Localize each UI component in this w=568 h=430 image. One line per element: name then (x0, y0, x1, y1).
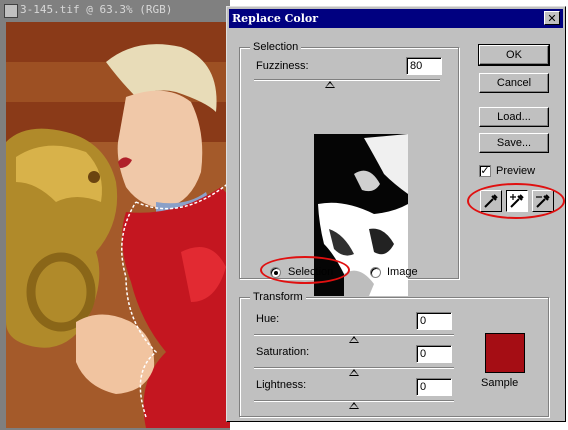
dialog-title: Replace Color (232, 12, 319, 25)
load-button[interactable]: Load... (479, 107, 549, 127)
replace-color-dialog: Replace Color ✕ Selection Fuzziness: 80 … (226, 6, 566, 422)
transform-group-caption: Transform (250, 290, 306, 304)
sample-label: Sample (481, 377, 519, 389)
fuzziness-input[interactable]: 80 (406, 57, 442, 75)
photo-image (6, 22, 230, 428)
hue-input[interactable]: 0 (416, 312, 452, 330)
sample-swatch[interactable] (485, 333, 525, 373)
cancel-button[interactable]: Cancel (479, 73, 549, 93)
document-icon (4, 4, 18, 18)
document-titlebar[interactable]: 3-145.tif @ 63.3% (RGB) (0, 0, 230, 20)
lightness-input[interactable]: 0 (416, 378, 452, 396)
eyedroppers-highlight (467, 183, 565, 219)
selection-radio-highlight (260, 256, 350, 284)
ok-button[interactable]: OK (478, 44, 550, 66)
hue-slider-thumb[interactable] (349, 336, 359, 343)
selection-group: Selection Fuzziness: 80 Selection Image (239, 40, 459, 296)
saturation-slider-thumb[interactable] (349, 369, 359, 376)
selection-group-caption: Selection (250, 40, 302, 54)
image-radio[interactable] (370, 267, 381, 278)
lightness-label: Lightness: (256, 379, 307, 391)
document-title: 3-145.tif @ 63.3% (RGB) (20, 3, 173, 16)
fuzziness-slider-track[interactable] (254, 79, 440, 81)
hue-label: Hue: (256, 313, 280, 325)
image-radio-label[interactable]: Image (387, 265, 418, 279)
save-button[interactable]: Save... (479, 133, 549, 153)
fuzziness-slider-thumb[interactable] (325, 81, 335, 88)
fuzziness-label: Fuzziness: (256, 60, 309, 72)
close-icon[interactable]: ✕ (544, 11, 560, 25)
preview-label[interactable]: Preview (496, 164, 535, 178)
preview-checkbox[interactable]: ✓ (479, 165, 491, 177)
document-window: 3-145.tif @ 63.3% (RGB) (0, 0, 230, 430)
dialog-titlebar[interactable]: Replace Color ✕ (229, 9, 563, 28)
saturation-label: Saturation: (256, 346, 310, 358)
saturation-input[interactable]: 0 (416, 345, 452, 363)
lightness-slider-thumb[interactable] (349, 402, 359, 409)
photo-canvas[interactable] (6, 22, 230, 428)
